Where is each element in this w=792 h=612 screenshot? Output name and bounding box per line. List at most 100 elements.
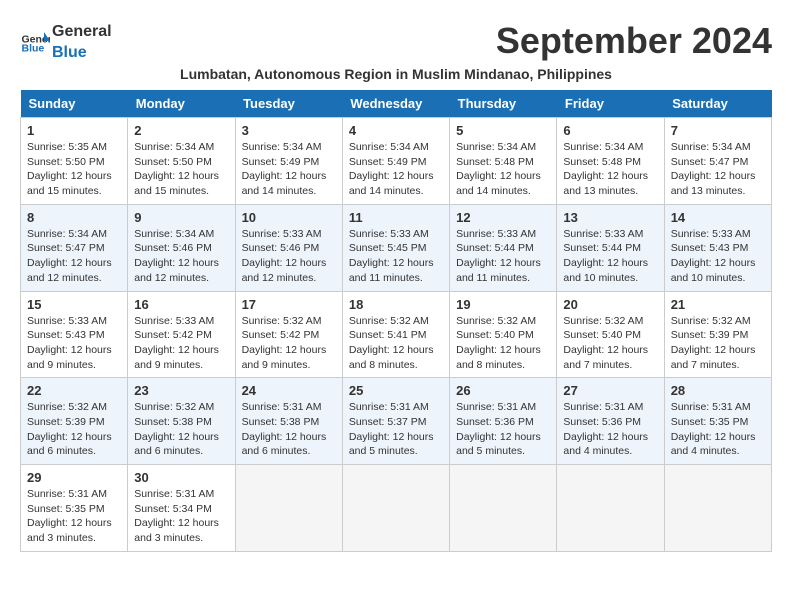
day-info: Sunrise: 5:31 AMSunset: 5:34 PMDaylight:… [134, 487, 228, 546]
day-info: Sunrise: 5:33 AMSunset: 5:44 PMDaylight:… [456, 227, 550, 286]
day-info: Sunrise: 5:32 AMSunset: 5:39 PMDaylight:… [27, 400, 121, 459]
calendar-table: SundayMondayTuesdayWednesdayThursdayFrid… [20, 90, 772, 552]
day-cell: 24Sunrise: 5:31 AMSunset: 5:38 PMDayligh… [235, 378, 342, 465]
day-number: 23 [134, 383, 228, 398]
day-cell: 29Sunrise: 5:31 AMSunset: 5:35 PMDayligh… [21, 465, 128, 552]
day-number: 24 [242, 383, 336, 398]
location-title: Lumbatan, Autonomous Region in Muslim Mi… [20, 66, 772, 82]
day-info: Sunrise: 5:34 AMSunset: 5:46 PMDaylight:… [134, 227, 228, 286]
day-number: 20 [563, 297, 657, 312]
day-info: Sunrise: 5:34 AMSunset: 5:49 PMDaylight:… [349, 140, 443, 199]
calendar-week-row: 1Sunrise: 5:35 AMSunset: 5:50 PMDaylight… [21, 118, 772, 205]
day-number: 29 [27, 470, 121, 485]
day-number: 6 [563, 123, 657, 138]
calendar-week-row: 22 Sunrise: 5:32 AMSunset: 5:39 PMDayligh… [21, 378, 772, 465]
day-number: 25 [349, 383, 443, 398]
page-header: General Blue General Blue September 2024 [20, 20, 772, 62]
day-info: Sunrise: 5:34 AMSunset: 5:48 PMDaylight:… [563, 140, 657, 199]
day-info: Sunrise: 5:32 AMSunset: 5:42 PMDaylight:… [242, 314, 336, 373]
day-cell: 27 Sunrise: 5:31 AMSunset: 5:36 PMDayligh… [557, 378, 664, 465]
header-thursday: Thursday [450, 90, 557, 118]
day-info: Sunrise: 5:32 AMSunset: 5:40 PMDaylight:… [456, 314, 550, 373]
day-number: 30 [134, 470, 228, 485]
day-number: 4 [349, 123, 443, 138]
svg-text:Blue: Blue [22, 43, 45, 55]
empty-cell [664, 465, 771, 552]
day-number: 14 [671, 210, 765, 225]
day-info: Sunrise: 5:33 AMSunset: 5:45 PMDaylight:… [349, 227, 443, 286]
day-info: Sunrise: 5:31 AMSunset: 5:36 PMDaylight:… [563, 400, 657, 459]
day-number: 2 [134, 123, 228, 138]
day-info: Sunrise: 5:32 AMSunset: 5:40 PMDaylight:… [563, 314, 657, 373]
day-cell: 6 Sunrise: 5:34 AMSunset: 5:48 PMDaylight… [557, 118, 664, 205]
day-info: Sunrise: 5:32 AMSunset: 5:39 PMDaylight:… [671, 314, 765, 373]
day-cell: 7 Sunrise: 5:34 AMSunset: 5:47 PMDaylight… [664, 118, 771, 205]
header-friday: Friday [557, 90, 664, 118]
logo-general: General [52, 23, 112, 40]
day-cell: 2 Sunrise: 5:34 AMSunset: 5:50 PMDaylight… [128, 118, 235, 205]
day-number: 3 [242, 123, 336, 138]
day-info: Sunrise: 5:32 AMSunset: 5:41 PMDaylight:… [349, 314, 443, 373]
day-cell: 26 Sunrise: 5:31 AMSunset: 5:36 PMDayligh… [450, 378, 557, 465]
day-cell: 18 Sunrise: 5:32 AMSunset: 5:41 PMDayligh… [342, 291, 449, 378]
day-number: 15 [27, 297, 121, 312]
day-number: 28 [671, 383, 765, 398]
empty-cell [235, 465, 342, 552]
day-info: Sunrise: 5:34 AMSunset: 5:48 PMDaylight:… [456, 140, 550, 199]
day-number: 7 [671, 123, 765, 138]
calendar-week-row: 8 Sunrise: 5:34 AMSunset: 5:47 PMDaylight… [21, 204, 772, 291]
day-info: Sunrise: 5:33 AMSunset: 5:43 PMDaylight:… [671, 227, 765, 286]
day-number: 18 [349, 297, 443, 312]
day-cell: 9 Sunrise: 5:34 AMSunset: 5:46 PMDaylight… [128, 204, 235, 291]
logo-blue: Blue [52, 44, 87, 61]
day-cell: 8 Sunrise: 5:34 AMSunset: 5:47 PMDaylight… [21, 204, 128, 291]
day-cell: 11 Sunrise: 5:33 AMSunset: 5:45 PMDayligh… [342, 204, 449, 291]
day-number: 27 [563, 383, 657, 398]
day-info: Sunrise: 5:31 AMSunset: 5:35 PMDaylight:… [671, 400, 765, 459]
day-info: Sunrise: 5:34 AMSunset: 5:50 PMDaylight:… [134, 140, 228, 199]
day-cell: 12 Sunrise: 5:33 AMSunset: 5:44 PMDayligh… [450, 204, 557, 291]
empty-cell [342, 465, 449, 552]
day-number: 12 [456, 210, 550, 225]
day-number: 10 [242, 210, 336, 225]
day-cell: 23 Sunrise: 5:32 AMSunset: 5:38 PMDayligh… [128, 378, 235, 465]
logo: General Blue General Blue [20, 20, 112, 62]
day-info: Sunrise: 5:33 AMSunset: 5:43 PMDaylight:… [27, 314, 121, 373]
day-info: Sunrise: 5:32 AMSunset: 5:38 PMDaylight:… [134, 400, 228, 459]
day-number: 16 [134, 297, 228, 312]
month-year-title: September 2024 [496, 20, 772, 62]
calendar-week-row: 29Sunrise: 5:31 AMSunset: 5:35 PMDayligh… [21, 465, 772, 552]
day-cell: 17 Sunrise: 5:32 AMSunset: 5:42 PMDayligh… [235, 291, 342, 378]
day-cell: 21 Sunrise: 5:32 AMSunset: 5:39 PMDayligh… [664, 291, 771, 378]
day-cell: 16Sunrise: 5:33 AMSunset: 5:42 PMDayligh… [128, 291, 235, 378]
calendar-header-row: SundayMondayTuesdayWednesdayThursdayFrid… [21, 90, 772, 118]
empty-cell [557, 465, 664, 552]
day-info: Sunrise: 5:33 AMSunset: 5:46 PMDaylight:… [242, 227, 336, 286]
day-cell: 30 Sunrise: 5:31 AMSunset: 5:34 PMDayligh… [128, 465, 235, 552]
header-monday: Monday [128, 90, 235, 118]
day-number: 19 [456, 297, 550, 312]
day-info: Sunrise: 5:34 AMSunset: 5:47 PMDaylight:… [27, 227, 121, 286]
day-number: 9 [134, 210, 228, 225]
day-info: Sunrise: 5:33 AMSunset: 5:44 PMDaylight:… [563, 227, 657, 286]
day-cell: 22 Sunrise: 5:32 AMSunset: 5:39 PMDayligh… [21, 378, 128, 465]
day-cell: 19 Sunrise: 5:32 AMSunset: 5:40 PMDayligh… [450, 291, 557, 378]
day-number: 8 [27, 210, 121, 225]
day-number: 21 [671, 297, 765, 312]
day-cell: 25Sunrise: 5:31 AMSunset: 5:37 PMDayligh… [342, 378, 449, 465]
header-saturday: Saturday [664, 90, 771, 118]
day-cell: 13Sunrise: 5:33 AMSunset: 5:44 PMDayligh… [557, 204, 664, 291]
empty-cell [450, 465, 557, 552]
day-cell: 4 Sunrise: 5:34 AMSunset: 5:49 PMDaylight… [342, 118, 449, 205]
day-number: 11 [349, 210, 443, 225]
day-info: Sunrise: 5:35 AMSunset: 5:50 PMDaylight:… [27, 140, 121, 199]
day-info: Sunrise: 5:31 AMSunset: 5:36 PMDaylight:… [456, 400, 550, 459]
day-number: 22 [27, 383, 121, 398]
day-info: Sunrise: 5:34 AMSunset: 5:47 PMDaylight:… [671, 140, 765, 199]
day-cell: 15 Sunrise: 5:33 AMSunset: 5:43 PMDayligh… [21, 291, 128, 378]
day-cell: 5Sunrise: 5:34 AMSunset: 5:48 PMDaylight… [450, 118, 557, 205]
day-number: 26 [456, 383, 550, 398]
day-cell: 14 Sunrise: 5:33 AMSunset: 5:43 PMDayligh… [664, 204, 771, 291]
day-cell: 20 Sunrise: 5:32 AMSunset: 5:40 PMDayligh… [557, 291, 664, 378]
day-number: 17 [242, 297, 336, 312]
